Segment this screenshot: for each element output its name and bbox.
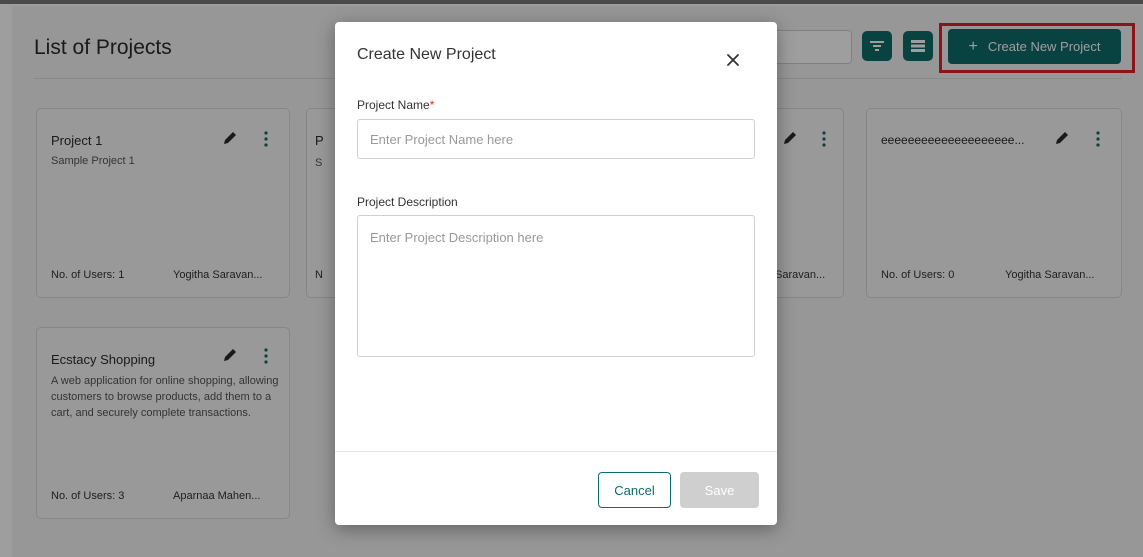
- project-description-input[interactable]: [357, 215, 755, 357]
- project-name-input[interactable]: [357, 119, 755, 159]
- cancel-button[interactable]: Cancel: [598, 472, 671, 508]
- save-button[interactable]: Save: [680, 472, 759, 508]
- project-name-label-text: Project Name: [357, 98, 430, 112]
- modal-title: Create New Project: [357, 46, 496, 63]
- required-marker: *: [429, 98, 435, 112]
- close-icon[interactable]: [725, 52, 741, 68]
- modal-footer-divider: [335, 451, 777, 452]
- project-description-label: Project Description: [357, 195, 458, 209]
- create-project-modal: Create New Project Project Name* Project…: [335, 22, 777, 525]
- project-name-label: Project Name*: [357, 98, 434, 112]
